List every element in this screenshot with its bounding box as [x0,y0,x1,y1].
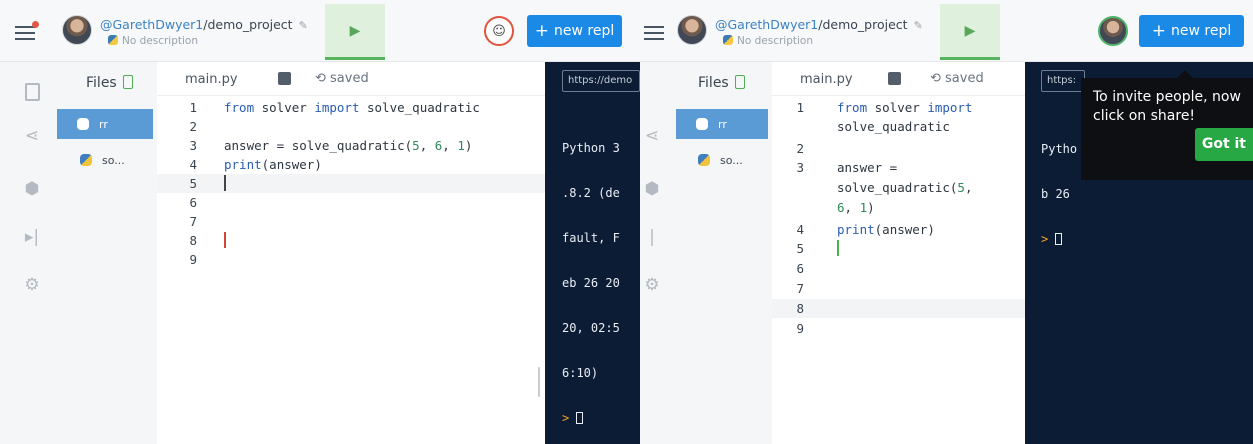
file-item[interactable]: rr [676,109,768,139]
settings-icon[interactable]: ⚙ [643,275,661,295]
got-it-button[interactable]: Got it [1194,128,1253,161]
invite-tooltip: To invite people, now click on share! Go… [1081,78,1253,180]
project-name[interactable]: /demo_project [818,17,907,32]
format-icon[interactable] [888,72,901,85]
code-line[interactable]: 1 from solver import solve_quadratic [157,98,545,117]
package-icon[interactable]: ⬢ [643,179,661,199]
settings-icon[interactable]: ⚙ [23,275,41,295]
new-repl-button[interactable]: + new repl [1139,15,1244,47]
tooltip-arrow [1177,70,1193,78]
run-button[interactable]: ▶ [325,4,385,60]
history-icon: ⟲ [315,71,331,86]
add-file-icon[interactable] [734,75,745,89]
pencil-icon[interactable]: ✎ [299,19,308,32]
code-line-current[interactable]: 5 [157,174,545,193]
format-icon[interactable] [278,72,291,85]
console-prompt: > [1041,232,1049,246]
console-cursor [576,412,584,424]
history-icon: ⟲ [930,71,946,86]
file-icon[interactable] [25,83,40,101]
python-file-icon [77,118,89,130]
debugger-icon[interactable]: | [643,227,661,247]
project-description-text: No description [737,35,813,47]
tooltip-message: To invite people, now click on share! [1093,89,1241,124]
python-file-icon [80,154,92,166]
multiplayer-icon: ☺ [492,23,506,39]
save-status: ⟲ saved [315,71,369,86]
console-cursor [1055,233,1063,245]
project-owner[interactable]: @GarethDwyer1 [715,17,818,32]
share-icon[interactable]: ⋖ [23,126,41,146]
header-bar: @GarethDwyer1/demo_project ✎ No descripti… [0,0,640,62]
new-repl-button[interactable]: + new repl [527,15,622,47]
code-editor[interactable]: main.py ⟲ saved 1 from solver import solv… [157,62,545,444]
pencil-icon[interactable]: ✎ [914,19,923,32]
file-item[interactable]: so... [678,145,768,175]
share-icon[interactable]: ⋖ [643,126,661,146]
files-title: Files [698,75,745,91]
collaborator-avatar[interactable] [1098,16,1128,46]
text-cursor [224,175,226,191]
debugger-icon[interactable]: ▸| [23,227,41,247]
plus-icon: + [1151,20,1166,41]
editor-tabbar: main.py ⟲ saved [157,62,545,96]
console-output: Python 3 .8.2 (de fault, F eb 26 20 20, … [562,141,620,425]
notification-dot [32,21,39,28]
code-line[interactable]: 9 [157,250,545,269]
hamburger-menu-icon[interactable] [644,26,664,40]
project-title[interactable]: @GarethDwyer1/demo_project ✎ [100,17,308,32]
python-icon [108,35,118,45]
plus-icon: + [534,20,550,41]
code-line[interactable]: 4 print(answer) [157,155,545,174]
package-icon[interactable]: ⬢ [23,179,41,199]
play-icon: ▶ [349,22,361,39]
repl-workspace-before: @GarethDwyer1/demo_project ✎ No descripti… [0,0,640,444]
webview-url[interactable]: https: [1041,70,1085,92]
python-file-icon [696,118,708,130]
file-item[interactable]: so... [60,145,153,175]
project-description[interactable]: No description [723,35,813,47]
add-file-icon[interactable] [122,75,133,89]
collaborator-cursor [224,232,226,248]
project-owner[interactable]: @GarethDwyer1 [100,17,203,32]
code-line[interactable]: 3 answer = solve_quadratic(5, 6, 1) [157,136,545,155]
play-icon: ▶ [964,22,976,39]
console-prompt: > [562,411,570,425]
repl-workspace-after: @GarethDwyer1/demo_project ✎ No descripti… [640,0,1253,444]
python-icon [723,35,733,45]
invite-button[interactable]: ☺ [484,16,514,46]
project-name[interactable]: /demo_project [203,17,292,32]
project-description-text: No description [122,35,198,47]
code-line[interactable]: 8 [157,231,545,250]
console[interactable]: https://demo Python 3 .8.2 (de fault, F … [545,62,640,444]
tab-main-py[interactable]: main.py [800,72,853,87]
python-file-icon [698,154,710,166]
project-description[interactable]: No description [108,35,198,47]
file-item[interactable]: rr [57,109,153,139]
collaborator-cursor [837,240,839,256]
code-line[interactable]: 6 [157,193,545,212]
avatar[interactable] [62,15,92,45]
header-bar: @GarethDwyer1/demo_project ✎ No descripti… [640,0,1253,62]
code-line[interactable]: 2 [157,117,545,136]
scrollbar[interactable] [538,367,540,397]
code-line[interactable]: 7 [157,212,545,231]
avatar[interactable] [677,15,707,45]
project-title[interactable]: @GarethDwyer1/demo_project ✎ [715,17,923,32]
run-button[interactable]: ▶ [940,4,1000,60]
hamburger-menu-icon[interactable] [15,21,39,40]
save-status: ⟲ saved [930,71,984,86]
files-title: Files [86,75,133,91]
console-output: Pytho b 26 > [1041,142,1078,246]
webview-url[interactable]: https://demo [562,70,640,92]
tab-main-py[interactable]: main.py [185,72,238,87]
